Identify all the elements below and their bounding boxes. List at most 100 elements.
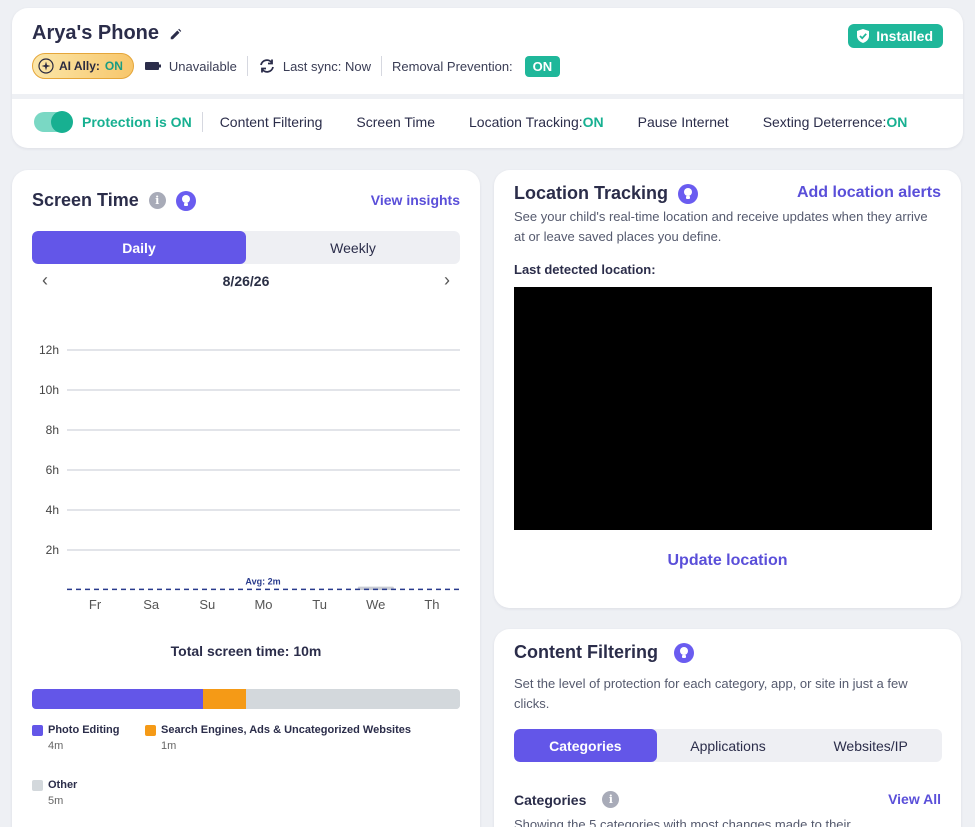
nav-location-tracking[interactable]: Location Tracking:ON [469,114,604,130]
nav-screen-time[interactable]: Screen Time [356,114,435,130]
shield-check-icon [857,29,870,43]
y-tick-label: 4h [46,503,59,517]
battery-icon [144,62,161,70]
tab-applications[interactable]: Applications [657,729,800,762]
header-divider [12,94,963,99]
tab-weekly[interactable]: Weekly [246,231,460,264]
nav-sexting-deterrence[interactable]: Sexting Deterrence:ON [763,114,908,130]
categories-heading-text: Categories [514,791,587,808]
screen-time-title-text: Screen Time [32,190,139,210]
device-header-card: Arya's Phone Installed AI Ally: ON Unava… [12,8,963,148]
installed-label: Installed [876,28,933,44]
status-row: AI Ally: ON Unavailable Last sync: Now R… [32,53,570,79]
view-insights-link[interactable]: View insights [371,192,460,208]
device-title: Arya's Phone [32,22,183,45]
location-title: Location Tracking [514,183,699,204]
lightbulb-icon[interactable] [678,183,699,204]
current-date: 8/26/26 [222,272,270,289]
x-tick-label: Th [424,597,439,612]
installed-badge: Installed [848,24,943,48]
last-sync-text: Last sync: Now [282,58,371,74]
tab-categories[interactable]: Categories [514,729,657,762]
lightbulb-icon[interactable] [175,190,196,211]
legend-swatch [32,724,43,736]
nav-location-label: Location Tracking: [469,114,583,130]
content-filtering-card: Content Filtering Set the level of prote… [494,629,961,827]
sync-icon [259,59,274,73]
y-tick-label: 6h [46,463,59,477]
location-tracking-card: Location Tracking Add location alerts Se… [494,170,961,608]
y-tick-label: 12h [39,343,59,357]
content-filtering-title: Content Filtering [514,642,694,663]
tab-daily[interactable]: Daily [32,231,246,264]
usage-breakdown-bar [32,689,460,709]
categories-caption: Showing the 5 categories with most chang… [514,817,851,827]
location-title-text: Location Tracking [514,183,669,203]
divider [201,112,203,132]
legend-other: Other 5m [32,779,77,807]
ai-sparkle-icon [38,58,54,74]
ai-ally-label: AI Ally: [59,59,100,73]
update-location-button[interactable]: Update location [494,552,961,570]
protection-toggle[interactable] [34,111,73,133]
usage-segment [32,689,204,709]
nav-sexting-value: ON [886,114,908,130]
nav-content-filtering[interactable]: Content Filtering [220,114,323,130]
removal-prevention: Removal Prevention: ON [382,55,570,77]
screen-time-tabs: Daily Weekly [32,231,460,264]
ai-ally-pill[interactable]: AI Ally: ON [32,53,134,79]
legend-label: Other [48,779,78,791]
x-tick-label: Sa [143,597,160,612]
protection-label: Protection is ON [82,114,192,130]
legend-photo-editing: Photo Editing 4m [32,724,119,752]
content-filtering-title-text: Content Filtering [514,642,658,662]
chevron-right-icon[interactable]: › [434,270,460,291]
last-sync[interactable]: Last sync: Now [248,58,381,74]
screen-time-card: Screen Time i View insights Daily Weekly… [12,170,480,827]
view-all-link[interactable]: View All [888,791,941,807]
lightbulb-icon[interactable] [673,642,694,663]
location-map[interactable] [514,287,932,530]
screen-time-chart: 2h 4h 6h 8h 10h 12h Fr Sa Su Mo Tu We Th Avg: 2m [39,343,460,612]
content-filtering-description: Set the level of protection for each cat… [514,676,908,711]
info-icon[interactable]: i [148,192,166,209]
ai-ally-value: ON [104,59,123,73]
removal-prevention-badge[interactable]: ON [524,55,561,77]
content-filtering-tabs: Categories Applications Websites/IP [514,729,942,762]
legend-value: 1m [161,740,177,752]
y-tick-label: 8h [46,423,59,437]
battery-status-text: Unavailable [168,58,237,74]
tab-websites-ip[interactable]: Websites/IP [799,729,942,762]
info-icon[interactable]: i [602,791,620,808]
chevron-left-icon[interactable]: ‹ [32,270,58,291]
battery-status: Unavailable [134,59,247,74]
nav-pause-internet[interactable]: Pause Internet [638,114,729,130]
date-navigator: ‹ 8/26/26 › [32,270,460,291]
y-tick-label: 2h [46,543,59,557]
legend-label: Search Engines, Ads & Uncategorized Webs… [161,724,412,736]
nav-location-value: ON [582,114,604,130]
average-label: Avg: 2m [245,576,280,586]
last-detected-label: Last detected location: [514,262,656,277]
legend-search-engines: Search Engines, Ads & Uncategorized Webs… [145,724,411,752]
total-screen-time: Total screen time: 10m [170,643,322,659]
x-tick-label: Tu [312,597,327,612]
pencil-icon[interactable] [169,27,183,41]
device-name: Arya's Phone [32,22,160,44]
screen-time-title: Screen Time i [32,190,196,211]
feature-nav: Protection is ON Content Filtering Scree… [34,111,924,133]
y-tick-label: 10h [39,383,59,397]
x-tick-label: Su [199,597,215,612]
x-tick-label: Fr [89,597,102,612]
categories-heading: Categories i [514,791,620,808]
usage-segment [245,689,460,709]
location-description: See your child's real-time location and … [514,209,928,244]
legend-value: 5m [48,795,64,807]
add-location-alerts-link[interactable]: Add location alerts [797,184,941,202]
x-tick-label: Mo [254,597,272,612]
legend-value: 4m [48,740,64,752]
removal-prevention-label: Removal Prevention: [392,58,513,74]
legend-label: Photo Editing [48,724,120,736]
x-tick-label: We [366,597,385,612]
legend-swatch [32,779,43,791]
